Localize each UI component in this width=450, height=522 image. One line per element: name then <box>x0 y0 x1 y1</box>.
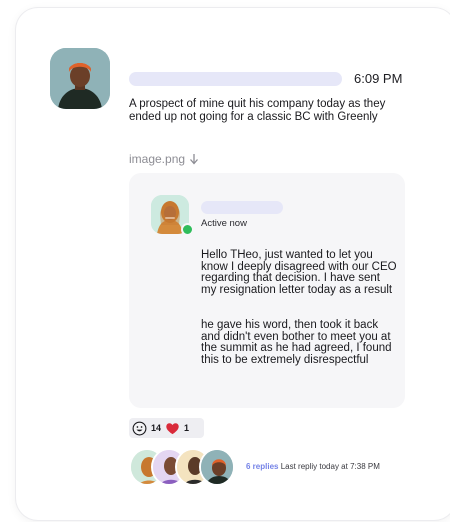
online-status-dot <box>181 223 194 236</box>
quoted-paragraph-2: he gave his word, then took it back and … <box>201 319 392 366</box>
last-reply-text: Last repliy today at 7:38 PM <box>280 462 380 471</box>
sender-name-placeholder <box>201 201 283 214</box>
author-avatar[interactable] <box>50 48 110 109</box>
quoted-paragraph-1: Hello THeo, just wanted to let you know … <box>201 249 397 296</box>
attachment-preview[interactable]: Active now Hello THeo, just wanted to le… <box>129 173 405 408</box>
reaction-count: 1 <box>184 423 190 433</box>
reactions-bar[interactable]: 14 1 <box>129 418 204 438</box>
download-icon <box>190 154 199 165</box>
person-portrait-icon <box>201 450 233 484</box>
replies-count-link[interactable]: 6 replies <box>246 462 278 471</box>
reaction-count: 14 <box>151 423 162 433</box>
attachment-filename: image.png <box>129 152 186 166</box>
message-time: 6:09 PM <box>354 71 403 86</box>
thread-summary[interactable]: 6 replies Last repliy today at 7:38 PM <box>246 462 380 471</box>
person-portrait-icon <box>50 48 110 109</box>
grinning-face-icon[interactable] <box>132 421 147 436</box>
sender-status: Active now <box>201 218 247 229</box>
author-name-placeholder <box>129 72 342 86</box>
attachment-link[interactable]: image.png <box>129 152 199 166</box>
replier-avatar <box>199 448 235 486</box>
message-text: A prospect of mine quit his company toda… <box>129 98 386 123</box>
replier-avatars[interactable] <box>129 448 241 486</box>
red-heart-icon[interactable] <box>165 421 180 436</box>
